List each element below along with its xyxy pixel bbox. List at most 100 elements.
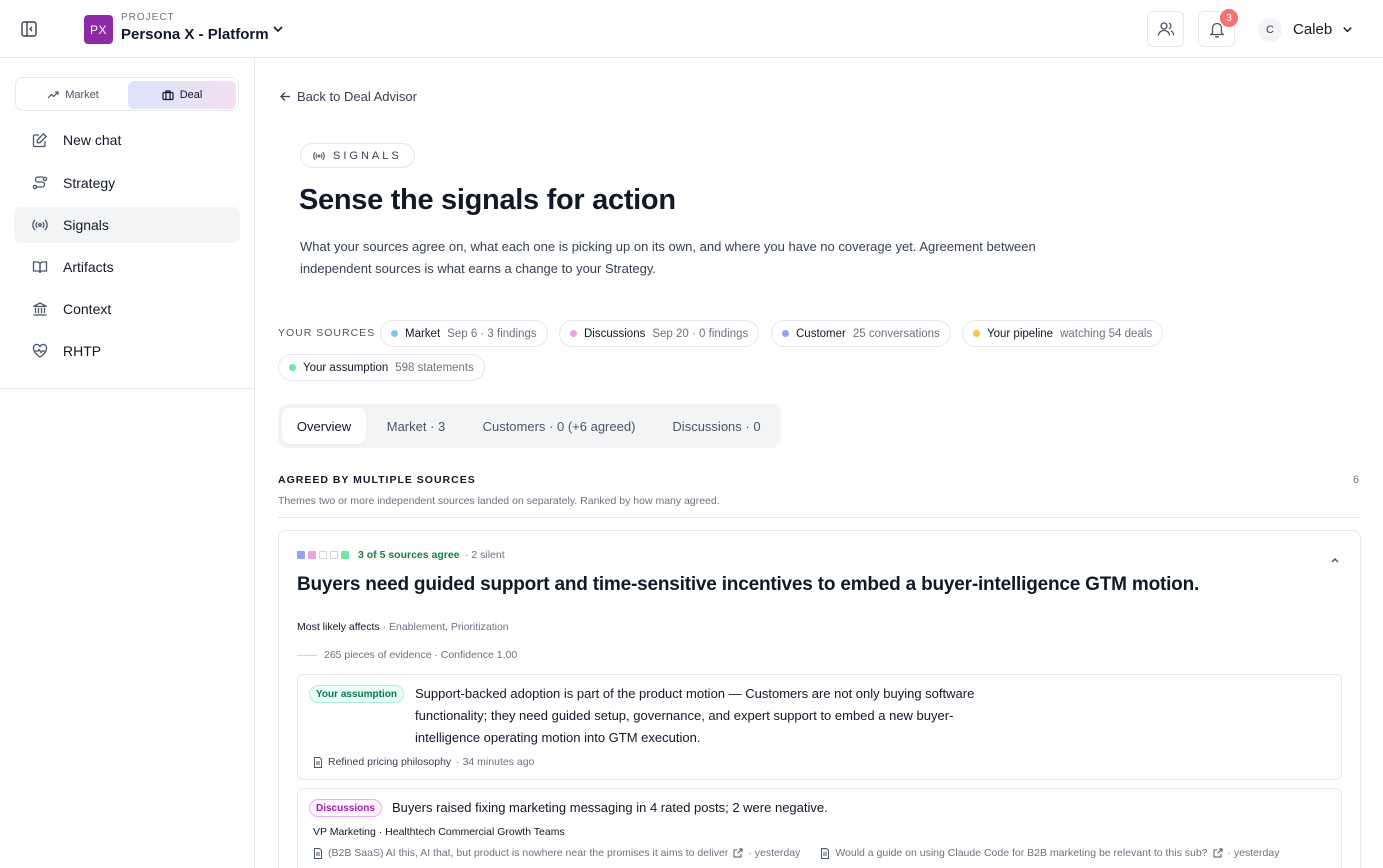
top-bar: PX PROJECT Persona X - Platform 3 C Cale… bbox=[0, 0, 1383, 58]
source-name: Discussions bbox=[584, 327, 646, 340]
signal-icon bbox=[32, 219, 48, 231]
sidebar-item-label: Signals bbox=[63, 217, 109, 233]
source-dot bbox=[391, 330, 398, 337]
source-meta: Sep 20 · 0 findings bbox=[652, 327, 749, 340]
persona-line: VP Marketing · Healthtech Commercial Gro… bbox=[313, 826, 565, 838]
source-meta: 25 conversations bbox=[852, 327, 940, 340]
tab-market[interactable]: Market · 3 bbox=[370, 408, 462, 444]
mode-toggle: Market Deal bbox=[15, 77, 239, 111]
source-square bbox=[297, 551, 305, 559]
source-dot bbox=[570, 330, 577, 337]
sidebar-item-new-chat[interactable]: New chat bbox=[14, 122, 240, 158]
chevron-up-icon[interactable] bbox=[1329, 553, 1341, 565]
tab-customers[interactable]: Customers · 0 (+6 agreed) bbox=[466, 408, 652, 444]
document-icon bbox=[314, 847, 322, 859]
sidebar: Market Deal New chat Strategy Signals Ar… bbox=[0, 58, 255, 868]
sidebar-item-label: Strategy bbox=[63, 175, 116, 191]
back-link[interactable]: Back to Deal Advisor bbox=[279, 89, 417, 104]
agreement-text: 3 of 5 sources agree bbox=[358, 549, 460, 561]
briefcase-icon bbox=[162, 90, 174, 101]
team-button[interactable] bbox=[1147, 11, 1184, 47]
source-square bbox=[330, 551, 338, 559]
discussion-post: (B2B SaaS) AI this, AI that, but product… bbox=[313, 847, 1279, 859]
post-title[interactable]: (B2B SaaS) AI this, AI that, but product… bbox=[328, 847, 728, 859]
evidence-text: Buyers raised fixing marketing messaging… bbox=[392, 800, 828, 815]
tab-discussions[interactable]: Discussions · 0 bbox=[656, 408, 777, 444]
source-tag: Your assumption bbox=[309, 685, 404, 703]
affects-label: Most likely affects bbox=[297, 621, 380, 633]
source-pill-market[interactable]: Market Sep 6 · 3 findings bbox=[380, 320, 548, 347]
chevron-down-icon[interactable] bbox=[1341, 23, 1354, 36]
agreed-section-title: AGREED BY MULTIPLE SOURCES bbox=[278, 474, 476, 486]
sidebar-item-signals[interactable]: Signals bbox=[14, 207, 240, 243]
sidebar-item-artifacts[interactable]: Artifacts bbox=[14, 249, 240, 285]
mode-deal-label: Deal bbox=[179, 89, 203, 101]
divider bbox=[297, 655, 317, 656]
avatar[interactable]: C bbox=[1258, 18, 1282, 42]
evidence-text: 265 pieces of evidence · Confidence 1.00 bbox=[324, 649, 518, 661]
signal-icon bbox=[313, 151, 325, 160]
affects-line: Most likely affects · Enablement, Priori… bbox=[297, 621, 509, 633]
tab-overview[interactable]: Overview bbox=[282, 408, 366, 444]
notification-badge: 3 bbox=[1220, 9, 1238, 27]
signals-chip-label: SIGNALS bbox=[333, 149, 402, 162]
source-meta: watching 54 deals bbox=[1060, 327, 1153, 340]
source-name: Your assumption bbox=[303, 361, 389, 374]
post-time: · yesterday bbox=[748, 847, 801, 859]
divider bbox=[278, 517, 1361, 518]
book-icon bbox=[32, 261, 48, 274]
sidebar-item-strategy[interactable]: Strategy bbox=[14, 165, 240, 201]
source-name: Market bbox=[405, 327, 441, 340]
source-tag: Discussions bbox=[309, 799, 382, 817]
signal-title: Buyers need guided support and time-sens… bbox=[297, 574, 1200, 595]
sidebar-toggle-icon[interactable] bbox=[20, 20, 38, 38]
source-doc-title[interactable]: Refined pricing philosophy bbox=[328, 756, 451, 768]
external-link-icon[interactable] bbox=[1213, 848, 1223, 858]
user-name[interactable]: Caleb bbox=[1293, 21, 1332, 38]
source-pill-discussions[interactable]: Discussions Sep 20 · 0 findings bbox=[559, 320, 760, 347]
source-meta: 598 statements bbox=[395, 361, 474, 374]
source-name: Customer bbox=[796, 327, 846, 340]
project-name[interactable]: Persona X - Platform bbox=[121, 26, 269, 43]
back-link-label: Back to Deal Advisor bbox=[297, 89, 417, 104]
document-icon bbox=[821, 847, 830, 859]
sidebar-item-context[interactable]: Context bbox=[14, 291, 240, 327]
mode-deal-button[interactable]: Deal bbox=[128, 81, 236, 109]
source-pill-assumption[interactable]: Your assumption 598 statements bbox=[278, 354, 485, 381]
edit-icon bbox=[32, 132, 48, 148]
sidebar-divider bbox=[0, 388, 255, 389]
project-label: PROJECT bbox=[121, 12, 175, 23]
mode-market-label: Market bbox=[65, 89, 99, 101]
post-title[interactable]: Would a guide on using Claude Code for B… bbox=[835, 847, 1207, 859]
agreed-count: 6 bbox=[1353, 474, 1360, 486]
users-icon bbox=[1157, 22, 1174, 36]
source-pill-customer[interactable]: Customer 25 conversations bbox=[771, 320, 951, 347]
chevron-down-icon[interactable] bbox=[271, 22, 285, 36]
source-dot bbox=[782, 330, 789, 337]
sidebar-item-label: Artifacts bbox=[63, 259, 114, 275]
sidebar-item-rhtp[interactable]: RHTP bbox=[14, 333, 240, 369]
external-link-icon[interactable] bbox=[733, 848, 743, 858]
sidebar-item-label: Context bbox=[63, 301, 112, 317]
source-dot bbox=[289, 364, 296, 371]
project-avatar[interactable]: PX bbox=[84, 15, 113, 44]
bank-icon bbox=[33, 302, 47, 316]
evidence-text: Support-backed adoption is part of the p… bbox=[415, 686, 975, 745]
arrow-left-icon bbox=[280, 92, 290, 101]
sidebar-item-label: New chat bbox=[63, 132, 122, 148]
sources-label: YOUR SOURCES bbox=[278, 327, 376, 339]
source-time: · 34 minutes ago bbox=[456, 756, 535, 768]
source-meta: Sep 6 · 3 findings bbox=[447, 327, 537, 340]
evidence-source: Refined pricing philosophy · 34 minutes … bbox=[313, 756, 534, 768]
trend-up-icon bbox=[47, 91, 59, 99]
heart-pulse-icon bbox=[32, 343, 48, 358]
source-pill-pipeline[interactable]: Your pipeline watching 54 deals bbox=[962, 320, 1164, 347]
agreed-subtitle: Themes two or more independent sources l… bbox=[278, 495, 720, 507]
page-title: Sense the signals for action bbox=[299, 184, 676, 216]
signals-chip: SIGNALS bbox=[300, 143, 415, 168]
source-square bbox=[308, 551, 316, 559]
mode-market-button[interactable]: Market bbox=[19, 81, 127, 109]
tab-bar: Overview Market · 3 Customers · 0 (+6 ag… bbox=[278, 404, 781, 448]
source-name: Your pipeline bbox=[987, 327, 1054, 340]
post-time: · yesterday bbox=[1227, 847, 1280, 859]
